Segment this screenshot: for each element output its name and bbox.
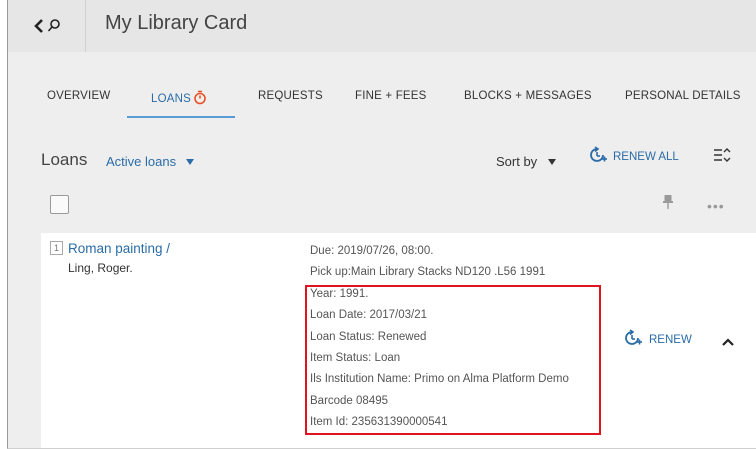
sort-direction-icon[interactable] [713, 147, 731, 168]
pin-icon[interactable] [663, 194, 673, 215]
item-index-badge: 1 [50, 241, 63, 255]
loans-heading: Loans [41, 150, 88, 169]
caret-down-icon [186, 158, 195, 165]
renew-button[interactable]: RENEW [623, 329, 692, 350]
highlight-annotation-box [305, 285, 601, 435]
item-title-link[interactable]: Roman painting / [68, 241, 170, 256]
pickup-location: Pick up:Main Library Stacks ND120 .L56 1… [310, 266, 546, 278]
page-title: My Library Card [105, 12, 248, 34]
tab-loans-label: LOANS [151, 93, 191, 105]
select-all-checkbox[interactable] [50, 195, 69, 214]
sort-by-label: Sort by [496, 154, 538, 169]
caret-down-icon [548, 158, 557, 165]
renew-icon [588, 146, 608, 167]
filter-value: Active loans [106, 154, 177, 169]
tab-fine-fees[interactable]: FINE + FEES [355, 90, 427, 102]
loan-item-card: 1 Roman painting / Ling, Roger. Due: 201… [41, 233, 756, 448]
active-tab-indicator [127, 116, 235, 118]
tab-bar: OVERVIEW LOANS REQUESTS FINE + FEES BLOC… [8, 80, 756, 118]
tab-requests[interactable]: REQUESTS [258, 90, 323, 102]
due-date: Due: 2019/07/26, 08:00. [310, 245, 434, 257]
loan-filter-dropdown[interactable]: Active loans [106, 154, 195, 169]
library-card-panel: My Library Card OVERVIEW LOANS REQUESTS … [7, 0, 756, 449]
back-to-search-button[interactable] [8, 0, 86, 52]
renew-icon [623, 329, 643, 350]
tab-personal-details[interactable]: PERSONAL DETAILS [625, 90, 741, 102]
more-options-icon[interactable]: ••• [707, 198, 725, 214]
page-header: My Library Card [8, 0, 756, 52]
renew-label: RENEW [649, 333, 692, 346]
timer-icon [193, 90, 207, 108]
tab-blocks-messages[interactable]: BLOCKS + MESSAGES [464, 90, 592, 102]
renew-all-label: RENEW ALL [613, 150, 679, 163]
item-author: Ling, Roger. [68, 261, 133, 275]
tab-loans[interactable]: LOANS [151, 90, 207, 108]
chevron-up-icon[interactable] [721, 334, 735, 352]
search-icon [47, 18, 61, 34]
tab-overview[interactable]: OVERVIEW [47, 90, 110, 102]
chevron-left-icon [33, 18, 45, 34]
sort-by-dropdown[interactable]: Sort by [496, 154, 557, 169]
renew-all-button[interactable]: RENEW ALL [588, 146, 679, 167]
